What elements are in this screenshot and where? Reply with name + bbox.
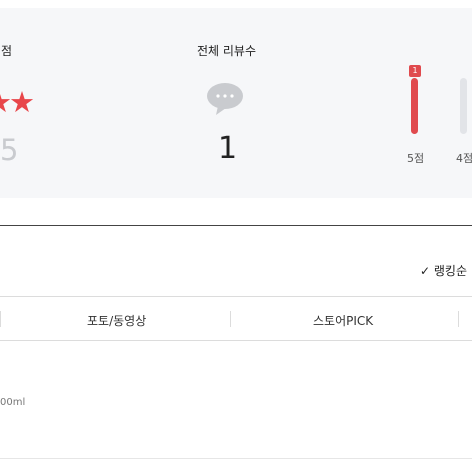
checkmark-icon: ✓ <box>420 264 431 278</box>
tabs-bottom-border <box>0 340 472 341</box>
review-summary-panel: 평점 ★★ 5 전체 리뷰수 1 1 5점 4점 <box>0 8 472 198</box>
rating-bar-label-4: 4점 <box>456 152 472 165</box>
total-reviews-count: 1 <box>218 131 238 166</box>
tab-photo-video[interactable]: 포토/동영상 <box>87 312 146 329</box>
tab-separator <box>458 311 459 327</box>
review-option-text: 00ml <box>0 397 26 408</box>
review-divider <box>0 458 472 459</box>
rating-stars: ★★ <box>0 85 35 119</box>
average-rating-value: 5 <box>0 133 19 167</box>
tab-separator <box>0 311 1 327</box>
tab-store-pick[interactable]: 스토어PICK <box>313 312 373 329</box>
sort-ranking-button[interactable]: ✓ 랭킹순 <box>420 262 467 279</box>
tabs-top-border <box>0 296 472 297</box>
sort-ranking-label: 랭킹순 <box>433 264 468 278</box>
rating-bar-label-5: 5점 <box>407 152 425 165</box>
total-reviews-label: 전체 리뷰수 <box>197 44 257 58</box>
rating-label: 평점 <box>0 44 13 58</box>
rating-bar-5-fill <box>411 78 418 134</box>
rating-bar-4 <box>460 78 467 134</box>
rating-bar-5 <box>411 78 418 134</box>
speech-bubble-icon <box>206 82 244 115</box>
tab-separator <box>230 311 231 327</box>
bar-count-badge-5: 1 <box>409 65 421 77</box>
section-divider <box>0 225 472 226</box>
